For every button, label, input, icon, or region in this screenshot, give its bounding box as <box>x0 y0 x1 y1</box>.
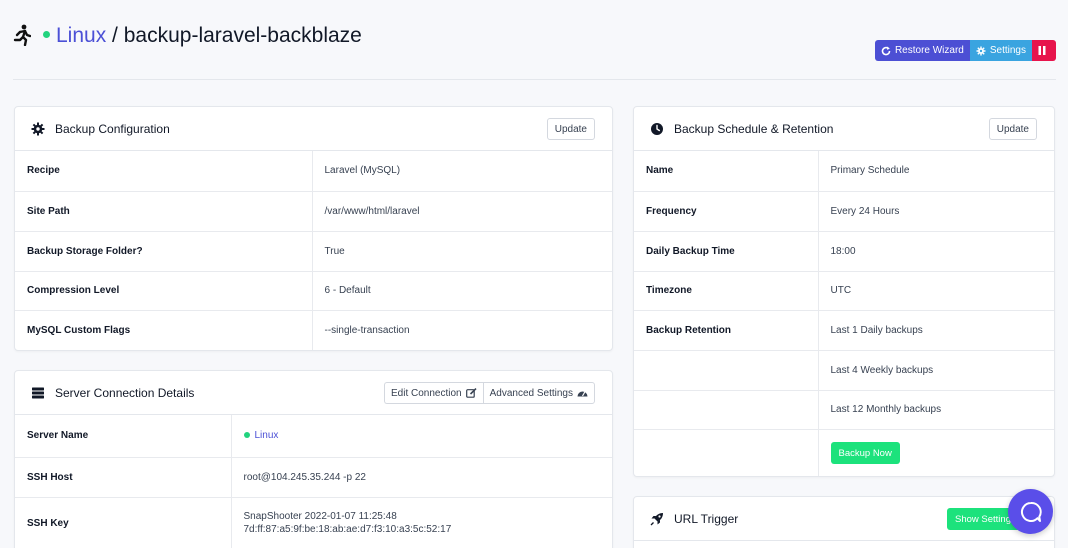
row-value: 18:00 <box>818 231 1054 272</box>
table-row: Last 12 Monthly backups <box>634 390 1054 430</box>
table-row: SSH Host root@104.245.35.244 -p 22 <box>15 457 612 498</box>
server-icon <box>32 387 44 399</box>
pause-icon <box>1038 46 1046 55</box>
row-key: Frequency <box>634 191 819 232</box>
row-key: Backup Storage Folder? <box>15 231 313 272</box>
row-value: --single-transaction <box>324 324 410 336</box>
row-value: /var/www/html/laravel <box>312 191 612 232</box>
advanced-settings-label: Advanced Settings <box>489 387 573 399</box>
card-header: URL Trigger Show Settings <box>634 497 1054 541</box>
schedule-table: Name Primary Schedule Frequency Every 24… <box>634 151 1054 476</box>
row-value: 6 - Default <box>312 271 612 311</box>
row-key: Site Path <box>15 191 313 232</box>
row-key: Server Name <box>15 415 232 458</box>
table-row: SSH Key SnapShooter 2022-01-07 11:25:48 … <box>15 497 612 548</box>
restore-wizard-label: Restore Wizard <box>894 45 964 56</box>
card-title: Backup Configuration <box>55 122 170 136</box>
server-connection-card: Server Connection Details Edit Connectio… <box>14 370 613 548</box>
row-key: SSH Host <box>15 457 232 498</box>
table-row: Recipe Laravel (MySQL) <box>15 151 612 192</box>
title-separator: / <box>112 24 118 47</box>
update-button[interactable]: Update <box>988 118 1037 140</box>
table-row: Last 4 Weekly backups <box>634 350 1054 391</box>
url-trigger-card: URL Trigger Show Settings <box>633 496 1055 548</box>
update-button[interactable]: Update <box>546 118 595 140</box>
row-value: Primary Schedule <box>818 151 1054 192</box>
settings-button[interactable]: Settings <box>969 40 1032 61</box>
rocket-icon <box>650 513 663 526</box>
row-value: Last 4 Weekly backups <box>818 350 1054 391</box>
backup-schedule-card: Backup Schedule & Retention Update Name … <box>633 106 1055 477</box>
table-row: MySQL Custom Flags --single-transaction <box>15 310 612 350</box>
running-person-icon <box>13 24 31 46</box>
edit-icon <box>465 388 477 398</box>
header-button-group: Restore Wizard Settings <box>874 40 1056 61</box>
table-row: Compression Level 6 - Default <box>15 271 612 311</box>
row-key <box>634 390 819 430</box>
edit-connection-button[interactable]: Edit Connection <box>384 382 483 404</box>
page-header: Linux / backup-laravel-backblaze Restore… <box>13 18 1056 80</box>
card-title: Backup Schedule & Retention <box>674 122 834 136</box>
server-connection-table: Server Name Linux SSH Host root@104.245.… <box>15 415 612 548</box>
row-key: MySQL Custom Flags <box>15 310 313 350</box>
row-key: Name <box>634 151 819 192</box>
page-title: Linux / backup-laravel-backblaze <box>43 24 362 48</box>
table-row: Daily Backup Time 18:00 <box>634 231 1054 272</box>
gear-icon <box>976 46 986 55</box>
card-header: Backup Schedule & Retention Update <box>634 107 1054 151</box>
online-status-dot <box>243 431 250 438</box>
row-value: UTC <box>818 271 1054 311</box>
table-row: Name Primary Schedule <box>634 151 1054 192</box>
row-value: Every 24 Hours <box>818 191 1054 232</box>
row-value: SnapShooter 2022-01-07 11:25:48 7d:ff:87… <box>231 497 612 548</box>
backup-configuration-card: Backup Configuration Update Recipe Larav… <box>14 106 613 351</box>
row-key <box>634 350 819 391</box>
edit-connection-label: Edit Connection <box>391 387 462 399</box>
row-key: Recipe <box>15 151 313 192</box>
advanced-settings-button[interactable]: Advanced Settings <box>482 382 595 404</box>
pause-button[interactable] <box>1032 40 1056 61</box>
row-value: Linux <box>231 415 612 458</box>
online-status-dot <box>43 30 50 38</box>
row-key: Compression Level <box>15 271 313 311</box>
row-value: Last 1 Daily backups <box>818 310 1054 351</box>
gear-icon <box>31 122 45 136</box>
card-header: Backup Configuration Update <box>15 107 612 151</box>
row-key: Backup Retention <box>634 310 819 351</box>
row-value: True <box>312 231 612 272</box>
clock-icon <box>651 123 663 135</box>
dashboard-icon <box>577 391 588 397</box>
server-link[interactable]: Linux <box>56 24 106 47</box>
row-key: Timezone <box>634 271 819 311</box>
table-row: Timezone UTC <box>634 271 1054 311</box>
ssh-key-name: SnapShooter 2022-01-07 11:25:48 <box>243 511 397 523</box>
card-header: Server Connection Details Edit Connectio… <box>15 371 612 415</box>
backup-now-button[interactable]: Backup Now <box>830 442 900 465</box>
help-chat-button[interactable] <box>1008 489 1053 534</box>
row-key <box>634 429 819 476</box>
table-row: Backup Now <box>634 429 1054 476</box>
row-value: Last 12 Monthly backups <box>818 390 1054 430</box>
card-title: URL Trigger <box>674 512 739 526</box>
row-key: SSH Key <box>15 497 232 548</box>
card-title: Server Connection Details <box>55 386 195 400</box>
backup-name: backup-laravel-backblaze <box>123 24 362 47</box>
chat-bubble-icon <box>1020 501 1042 522</box>
row-key: Daily Backup Time <box>634 231 819 272</box>
backup-config-table: Recipe Laravel (MySQL) Site Path /var/ww… <box>15 151 612 350</box>
table-row: Server Name Linux <box>15 415 612 458</box>
ssh-key-fingerprint: 7d:ff:87:a5:9f:be:18:ab:ae:d7:f3:10:a3:5… <box>243 524 452 536</box>
table-row: Frequency Every 24 Hours <box>634 191 1054 232</box>
recipe-link[interactable]: Laravel (MySQL) <box>312 151 612 192</box>
restore-wizard-button[interactable]: Restore Wizard <box>874 40 970 61</box>
row-value: root@104.245.35.244 -p 22 <box>231 457 612 498</box>
redo-icon <box>881 46 891 55</box>
table-row: Backup Retention Last 1 Daily backups <box>634 310 1054 351</box>
settings-label: Settings <box>989 45 1026 56</box>
table-row: Site Path /var/www/html/laravel <box>15 191 612 232</box>
row-value: Backup Now <box>818 429 1054 476</box>
server-name-link[interactable]: Linux <box>255 430 279 441</box>
connection-button-group: Edit Connection Advanced Settings <box>384 382 595 404</box>
table-row: Backup Storage Folder? True <box>15 231 612 272</box>
